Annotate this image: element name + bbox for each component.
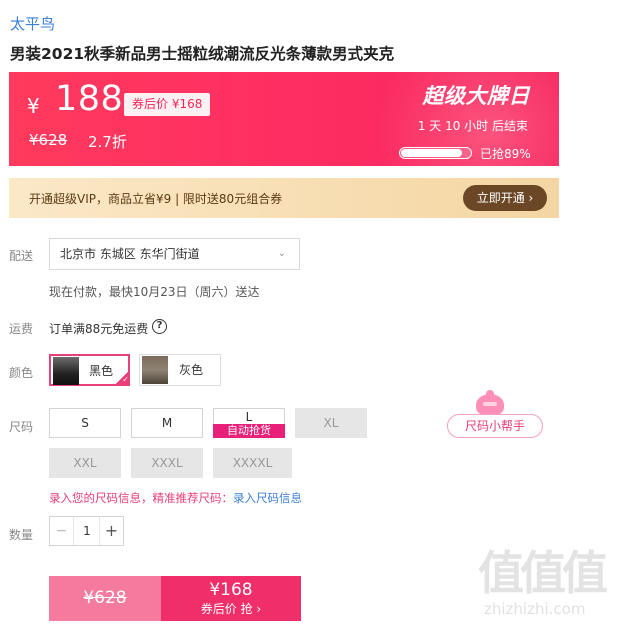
color-option-black[interactable]: 黑色 [49, 354, 130, 395]
color-option-gray[interactable]: 灰色 [139, 354, 221, 386]
product-title: 男装2021秋季新品男士摇粒绒潮流反光条薄款男式夹克 [10, 45, 395, 63]
quantity-stepper: − 1 + [49, 516, 124, 546]
size-label: 尺码 [9, 420, 34, 434]
watermark-logo: 值值值 [478, 546, 608, 600]
buy-coupon-price: ¥168 [209, 580, 253, 600]
current-price: 188 [55, 79, 124, 119]
mascot-icon [476, 390, 504, 416]
shipping-label: 运费 [9, 322, 34, 336]
size-option-xxxl: XXXL [131, 448, 203, 478]
quantity-plus-button[interactable]: + [99, 517, 123, 545]
buy-original-price: ¥628 [83, 588, 127, 608]
discount-rate: 2.7折 [88, 133, 127, 151]
size-option-xl: XL [295, 408, 367, 438]
coupon-buy-button[interactable]: ¥168 券后价 抢 › [161, 576, 301, 621]
shipping-text: 订单满88元免运费 [49, 322, 149, 336]
vip-open-button[interactable]: 立即开通 › [463, 185, 547, 211]
color-label: 颜色 [9, 366, 34, 380]
currency-symbol: ¥ [27, 94, 40, 118]
size-option-xxl: XXL [49, 448, 121, 478]
original-price-button[interactable]: ¥628 [49, 576, 161, 621]
watermark-url: zhizhizhi.com [484, 600, 586, 618]
size-option-s[interactable]: S [49, 408, 121, 438]
size-tip: 录入您的尺码信息，精准推荐尺码：录入尺码信息 [49, 490, 302, 506]
address-select[interactable]: 北京市 东城区 东华门街道 ⌄ [49, 238, 300, 270]
color-option-label: 黑色 [89, 364, 114, 378]
chevron-down-icon: ⌄ [277, 248, 286, 259]
size-option-xxxxl: XXXXL [213, 448, 292, 478]
auto-restock-tag: 自动抢货 [213, 424, 285, 438]
site-watermark: 值值值 zhizhizhi.com [478, 548, 618, 624]
grab-progress-fill [401, 149, 462, 157]
quantity-minus-button[interactable]: − [50, 517, 74, 545]
vip-promo-text: 开通超级VIP，商品立省¥9 | 限时送80元组合券 [29, 192, 283, 206]
grab-progress-text: 已抢89% [480, 147, 531, 161]
help-icon[interactable]: ? [152, 319, 167, 334]
quantity-input[interactable]: 1 [74, 517, 100, 545]
buy-coupon-label: 券后价 抢 › [200, 602, 262, 616]
size-option-m[interactable]: M [131, 408, 203, 438]
size-tip-text: 录入您的尺码信息，精准推荐尺码： [49, 491, 233, 505]
quantity-label: 数量 [9, 528, 34, 542]
color-option-label: 灰色 [179, 363, 204, 377]
selected-check-icon [114, 365, 130, 395]
size-option-label: L [245, 410, 253, 424]
size-option-l[interactable]: L 自动抢货 [213, 408, 285, 438]
price-banner: ¥ 188 券后价 ¥168 ¥628 2.7折 超级大牌日 1 天 10 小时… [9, 72, 559, 166]
size-helper-button[interactable]: 尺码小帮手 [447, 414, 543, 438]
address-value: 北京市 东城区 东华门街道 [60, 247, 200, 261]
size-info-link[interactable]: 录入尺码信息 [233, 491, 302, 505]
grab-progress-bar [399, 147, 472, 159]
brand-link[interactable]: 太平鸟 [10, 13, 55, 34]
color-thumbnail [53, 357, 79, 385]
original-price: ¥628 [29, 131, 68, 149]
vip-promo-bar: 开通超级VIP，商品立省¥9 | 限时送80元组合券 立即开通 › [9, 178, 559, 218]
countdown-timer: 1 天 10 小时 后结束 [417, 119, 528, 133]
color-thumbnail [142, 356, 168, 384]
delivery-label: 配送 [9, 249, 34, 263]
coupon-price-tag: 券后价 ¥168 [124, 93, 211, 116]
promo-title: 超级大牌日 [422, 84, 530, 108]
delivery-estimate: 现在付款，最快10月23日（周六）送达 [49, 285, 260, 299]
